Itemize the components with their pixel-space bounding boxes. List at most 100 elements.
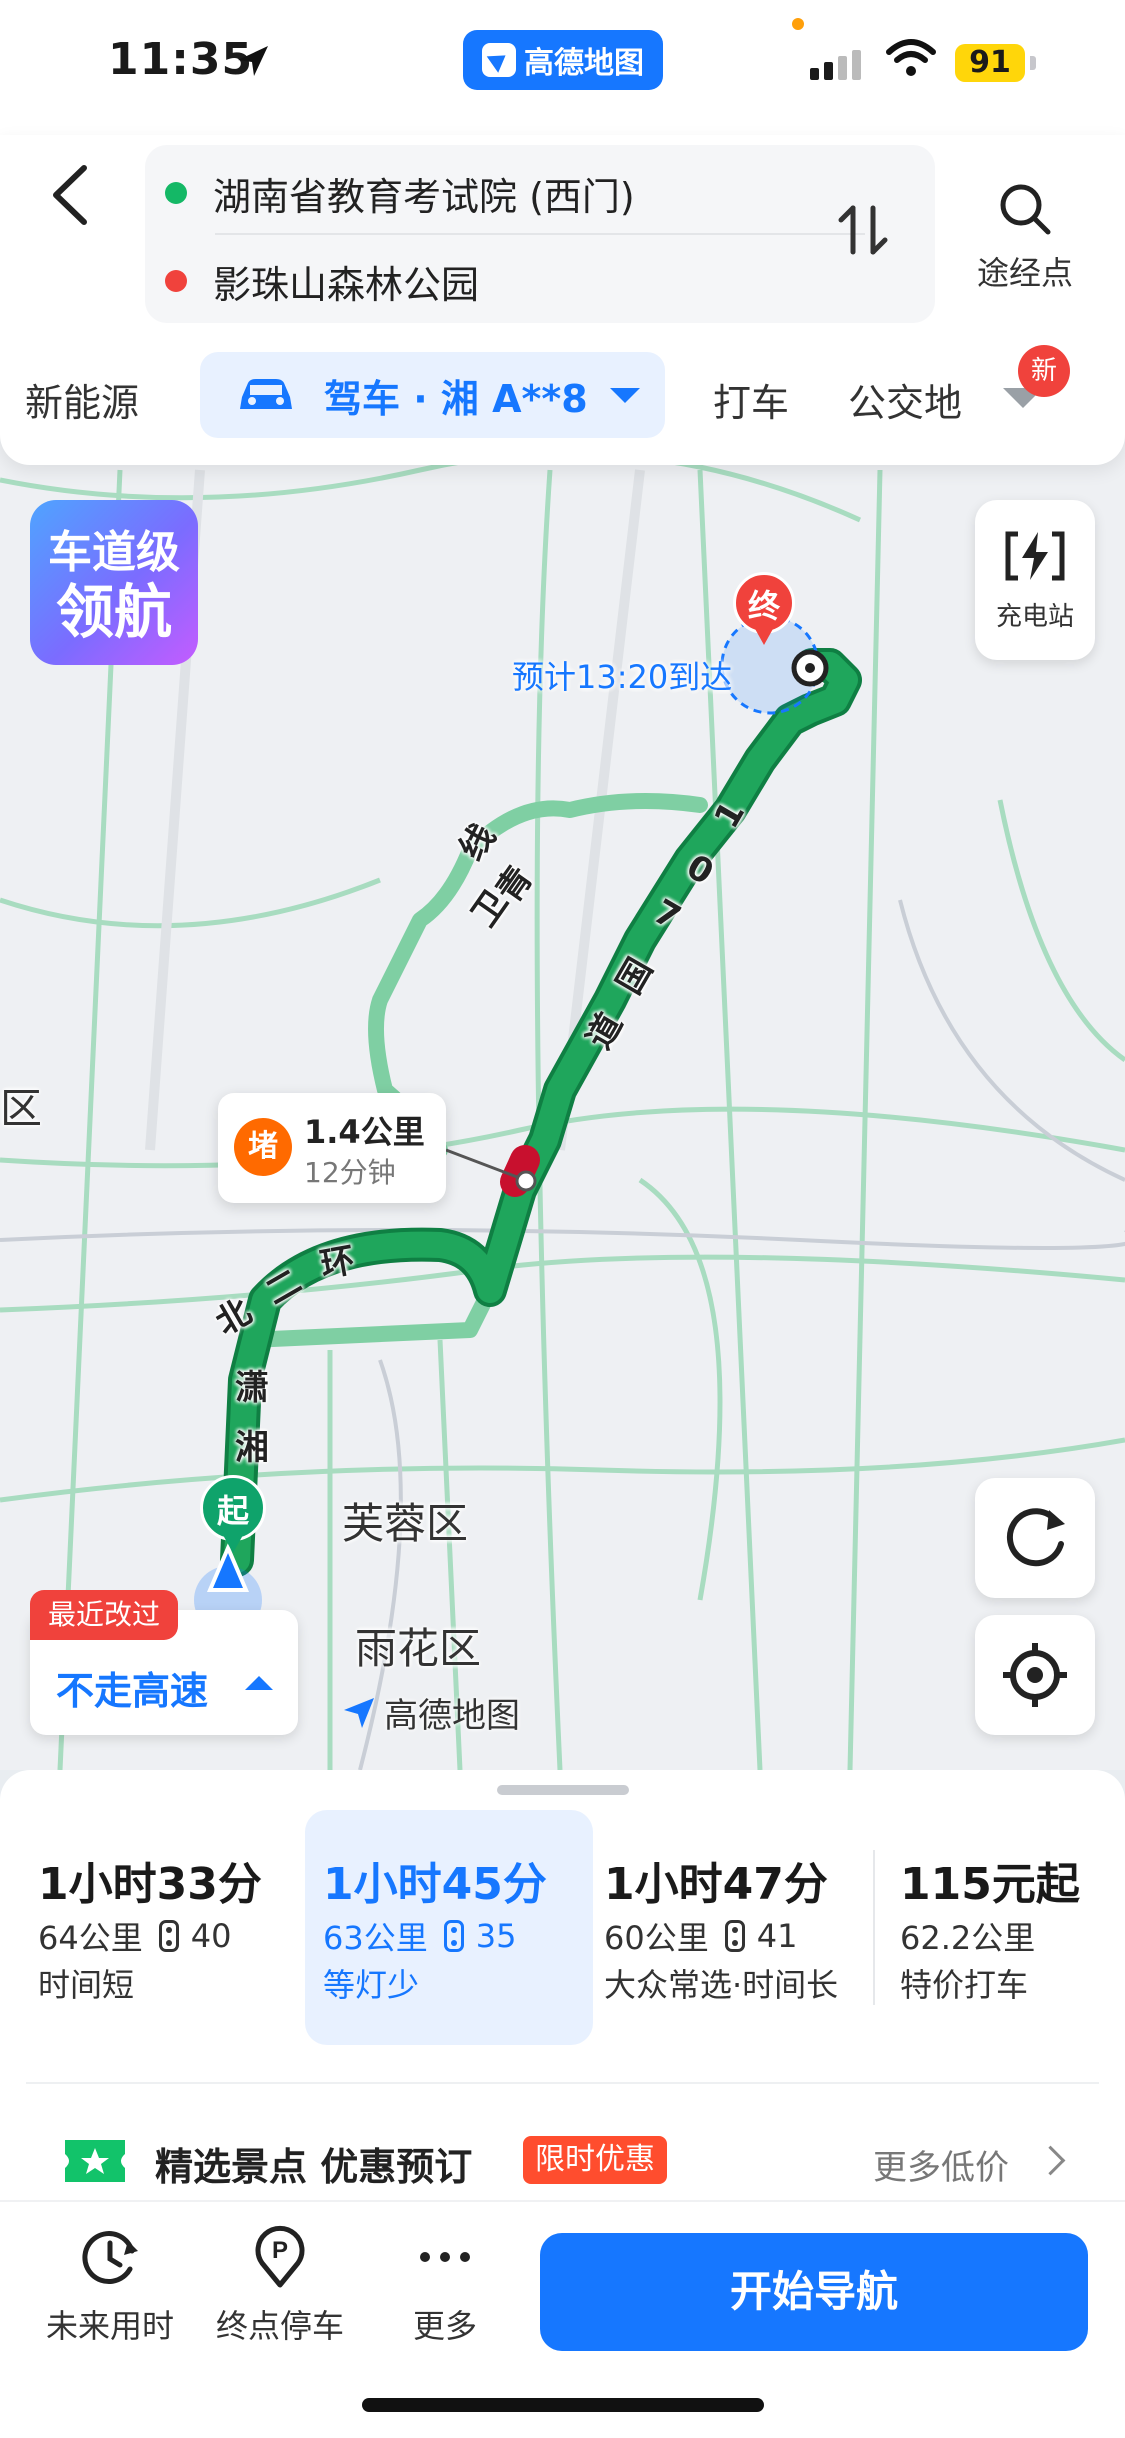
- amap-watermark-icon: [344, 1697, 374, 1728]
- route-inputs: 湖南省教育考试院 (西门) 影珠山森林公园: [145, 145, 935, 323]
- road-label-xiaoxiang-2: 湘: [235, 1428, 269, 1468]
- jam-icon: 堵: [234, 1118, 292, 1176]
- new-badge: 新: [1018, 345, 1070, 397]
- option-note: 大众常选·时间长: [604, 1966, 839, 2004]
- app-indicator[interactable]: 高德地图: [463, 30, 663, 90]
- cellular-signal-icon: [810, 50, 861, 80]
- start-pin[interactable]: 起: [200, 1475, 270, 1565]
- avoid-highway-toggle[interactable]: 最近改过 不走高速: [30, 1590, 298, 1735]
- destination-dot-icon: [165, 270, 187, 292]
- promo-tag: 限时优惠: [523, 2136, 667, 2184]
- clock-icon: [82, 2231, 138, 2284]
- option-lights: 35: [475, 1917, 517, 1955]
- charging-icon: [1005, 531, 1065, 581]
- start-pin-tail: [223, 1535, 243, 1553]
- jam-duration: 12分钟: [304, 1156, 396, 1189]
- privacy-dot-icon: [792, 18, 804, 30]
- origin-text: 湖南省教育考试院 (西门): [213, 174, 635, 219]
- tab-new-energy[interactable]: 新能源: [25, 372, 139, 427]
- search-icon: [1000, 184, 1051, 235]
- status-time: 11:35: [108, 34, 254, 85]
- eta-label: 预计13:20到达: [512, 658, 733, 696]
- refresh-icon: [1006, 1508, 1065, 1567]
- option-time: 1小时47分: [604, 1859, 828, 1910]
- option-note: 特价打车: [900, 1966, 1029, 2004]
- locate-icon: [1003, 1643, 1067, 1707]
- option-details: 63公里 35: [323, 1913, 516, 1959]
- wifi-icon: [886, 39, 936, 76]
- parking-button[interactable]: P 终点停车: [210, 2225, 350, 2347]
- ticket-icon: [65, 2140, 125, 2182]
- avoid-highway-label: 不走高速: [56, 1669, 209, 1713]
- option-distance: 63公里: [323, 1919, 428, 1957]
- traffic-jam-card[interactable]: 堵 1.4公里 12分钟: [218, 1093, 446, 1203]
- status-bar: 11:35 高德地图 91: [0, 0, 1125, 135]
- option-note: 等灯少: [323, 1966, 420, 2004]
- route-option-2-selected[interactable]: 1小时45分 63公里 35 等灯少: [305, 1810, 593, 2045]
- more-dots-icon: [420, 2252, 470, 2262]
- future-time-button[interactable]: 未来用时: [40, 2225, 180, 2347]
- drive-label: 驾车 · 湘 A**8: [324, 376, 588, 421]
- route-option-taxi[interactable]: 115元起 62.2公里 特价打车: [878, 1810, 1118, 2045]
- more-label: 更多: [412, 2307, 477, 2345]
- lane-badge-line2: 领航: [55, 578, 172, 646]
- battery-level: 91: [955, 44, 1025, 82]
- option-time: 115元起: [900, 1859, 1080, 1910]
- option-details: 60公里 41: [604, 1913, 797, 1959]
- tab-drive[interactable]: 驾车 · 湘 A**8: [200, 352, 665, 438]
- route-divider: [215, 233, 865, 235]
- start-pin-label: 起: [200, 1475, 266, 1541]
- tab-taxi[interactable]: 打车: [713, 372, 789, 427]
- option-lights: 40: [190, 1917, 232, 1955]
- car-icon: [240, 379, 292, 409]
- district-label-yuhua: 雨花区: [355, 1624, 482, 1673]
- option-time: 1小时33分: [38, 1859, 262, 1910]
- route-option-1[interactable]: 1小时33分 64公里 40 时间短: [8, 1810, 300, 2045]
- home-indicator: [362, 2398, 764, 2412]
- option-lights: 41: [756, 1917, 798, 1955]
- traffic-light-icon: [724, 1920, 745, 1952]
- district-label-furong: 芙蓉区: [342, 1499, 469, 1548]
- destination-text: 影珠山森林公园: [213, 262, 480, 307]
- waypoint-label: 途经点: [976, 254, 1073, 292]
- end-pin-tail: [754, 627, 774, 645]
- recent-tag: 最近改过: [30, 1590, 179, 1640]
- map-watermark: 高德地图: [342, 1688, 520, 1737]
- origin-field[interactable]: 湖南省教育考试院 (西门): [165, 153, 635, 233]
- charging-station-button[interactable]: 充电站: [975, 500, 1095, 660]
- end-pin-label: 终: [733, 572, 795, 634]
- origin-dot-icon: [165, 182, 187, 204]
- option-time: 1小时45分: [323, 1859, 547, 1910]
- app-name: 高德地图: [524, 46, 644, 81]
- option-note: 时间短: [38, 1966, 135, 2004]
- amap-logo-icon: [482, 43, 516, 77]
- option-distance: 60公里: [604, 1919, 709, 1957]
- destination-pin[interactable]: 终: [733, 572, 795, 652]
- start-navigation-button[interactable]: 开始导航: [540, 2233, 1088, 2351]
- refresh-button[interactable]: [975, 1478, 1095, 1598]
- charging-label: 充电站: [995, 602, 1074, 632]
- lane-badge-line1: 车道级: [48, 527, 180, 578]
- chevron-down-icon: [609, 387, 640, 403]
- option-distance: 64公里: [38, 1919, 143, 1957]
- promo-title: 精选景点 优惠预订: [155, 2145, 473, 2189]
- lane-navigation-badge[interactable]: 车道级 领航: [30, 500, 198, 665]
- promo-more-link[interactable]: 更多低价: [873, 2140, 1009, 2189]
- destination-field[interactable]: 影珠山森林公园: [165, 241, 479, 321]
- more-button[interactable]: 更多: [395, 2225, 495, 2347]
- waypoint-button[interactable]: 途经点: [965, 180, 1085, 292]
- tab-transit[interactable]: 公交地: [848, 372, 966, 427]
- battery-tip: [1030, 56, 1036, 70]
- chevron-up-icon: [245, 1676, 273, 1690]
- jam-distance: 1.4公里: [304, 1113, 425, 1151]
- parking-icon: P: [255, 2225, 305, 2288]
- traffic-light-icon: [443, 1920, 464, 1952]
- future-time-label: 未来用时: [45, 2307, 174, 2345]
- swap-route-icon[interactable]: [835, 200, 891, 260]
- option-distance: 62.2公里: [900, 1919, 1036, 1957]
- route-option-3[interactable]: 1小时47分 60公里 41 大众常选·时间长: [590, 1810, 870, 2045]
- locate-button[interactable]: [975, 1615, 1095, 1735]
- sheet-handle[interactable]: [497, 1785, 629, 1795]
- svg-text:P: P: [272, 2237, 288, 2264]
- back-icon[interactable]: [40, 160, 100, 230]
